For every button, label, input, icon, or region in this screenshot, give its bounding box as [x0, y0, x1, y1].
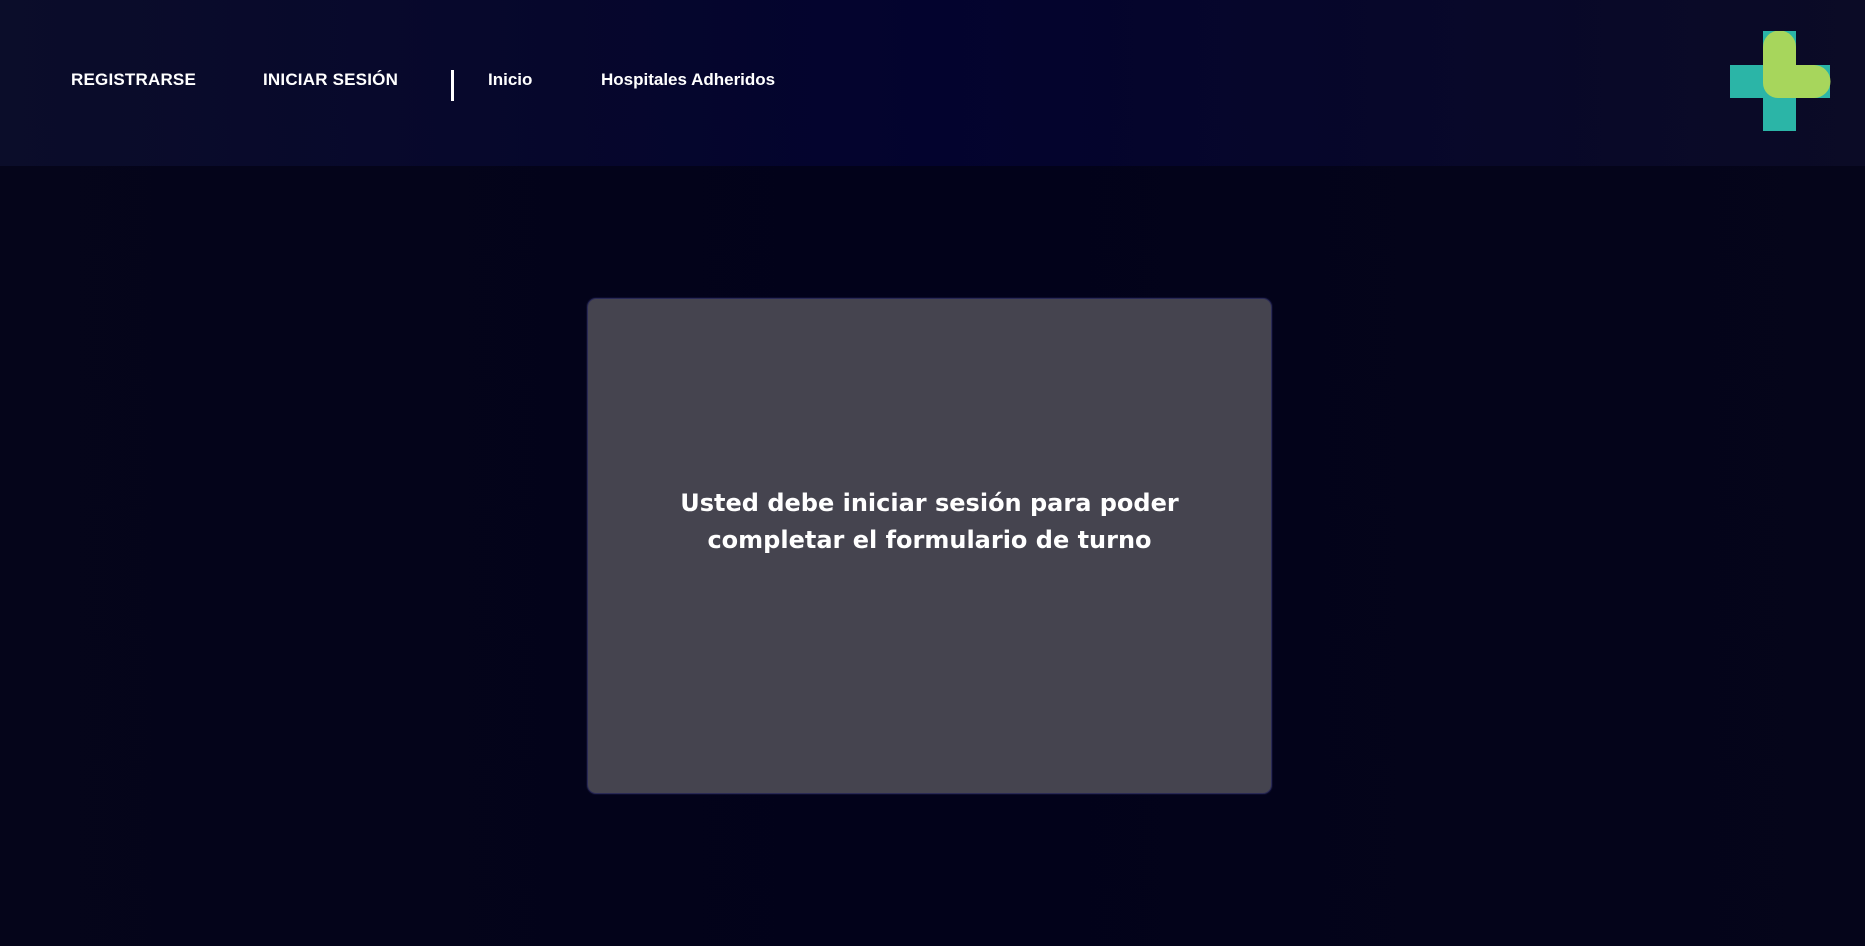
- register-link[interactable]: REGISTRARSE: [71, 70, 196, 90]
- top-navbar: REGISTRARSE INICIAR SESIÓN Inicio Hospit…: [0, 0, 1865, 166]
- hospitals-link[interactable]: Hospitales Adheridos: [601, 70, 775, 90]
- login-link[interactable]: INICIAR SESIÓN: [263, 70, 398, 90]
- login-required-message: Usted debe iniciar sesión para poder com…: [680, 489, 1179, 554]
- medical-cross-icon[interactable]: [1730, 30, 1832, 133]
- login-required-card: Usted debe iniciar sesión para poder com…: [587, 298, 1272, 794]
- nav-divider: [451, 70, 454, 101]
- home-link[interactable]: Inicio: [488, 70, 532, 90]
